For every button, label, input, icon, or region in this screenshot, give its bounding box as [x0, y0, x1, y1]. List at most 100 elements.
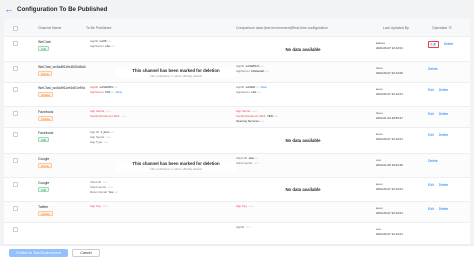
updated-time: 2024-06-07 22:12:01: [376, 211, 403, 215]
comparison-field: AppID ••••••: [236, 225, 251, 230]
masked-value: ••••••: [272, 114, 278, 119]
gear-icon[interactable]: ⚙: [448, 25, 452, 30]
channel-name: Facebook: [38, 131, 54, 135]
delete-button[interactable]: Delete: [439, 207, 449, 211]
published-field-label: Social Domain for Web: [90, 114, 120, 119]
channel-name: Google: [38, 157, 50, 161]
edit-button[interactable]: Edit: [428, 207, 434, 211]
row-actions: Edit Delete: [428, 112, 453, 116]
published-fields: App ID 1_Item•••••• App Secret •••••• App …: [90, 130, 114, 146]
delete-button[interactable]: Delete: [439, 88, 449, 92]
published-field-label: Client ID: [90, 180, 102, 184]
published-field: Social Domain for Web ••••••: [90, 114, 126, 119]
comparison-fields: AppID wx5a9f•••••• View AppSecret e3d••••…: [236, 85, 267, 95]
delete-button[interactable]: Delete: [444, 42, 454, 46]
masked-value: ••••••: [102, 180, 108, 184]
col-operation-label: Operation: [432, 26, 448, 30]
updated-time: 2024-01-24 18:50:27: [376, 116, 403, 120]
last-updated-by: a••••• 2024-06-07 22:12:01: [376, 132, 403, 142]
row-actions: Edit Delete: [428, 183, 453, 187]
comparison-fields: App Key ••••••: [236, 204, 254, 209]
deletion-notice: This channel has been marked for deletio…: [116, 67, 236, 78]
table-row: AppID •••••• ••••• 2024-06-07 22:12:01: [4, 223, 470, 245]
deletion-notice-subtitle: After publication, it will be officially…: [149, 167, 203, 171]
view-link[interactable]: View: [115, 90, 122, 94]
comparison-field: AppSecret e3d••••••: [236, 90, 267, 95]
comparison-fields: App Secret •••••• Social Domain for Web T…: [236, 109, 278, 125]
select-all-checkbox[interactable]: [13, 25, 18, 31]
cancel-button[interactable]: Cancel: [72, 248, 100, 257]
masked-value: •••••: [377, 87, 383, 91]
last-updated-by: d••••• 2024-01-24 18:50:27: [376, 111, 403, 121]
channel-name: Google: [38, 181, 50, 185]
status-badge: Update: [38, 92, 54, 97]
masked-value: ••••••: [106, 39, 112, 43]
row-checkbox[interactable]: [13, 87, 18, 92]
masked-value: ••••••: [113, 190, 118, 195]
col-comparison: Comparison data (test environment)Real-t…: [236, 26, 328, 30]
comparison-field-label: App Secret: [236, 109, 251, 113]
published-field-label: App ID: [90, 130, 99, 134]
deletion-notice-subtitle: After publication, it will be officially…: [149, 73, 203, 78]
comparison-field-label: AppID: [236, 225, 245, 229]
table-row: WeChat_wx5a8f11fe4830d8d4 Delete This chan…: [4, 62, 470, 83]
deletion-notice: This channel has been marked for deletio…: [116, 161, 236, 171]
comparison-field-label: AppSecret: [236, 90, 250, 95]
masked-value: ••••••: [245, 225, 251, 229]
status-badge: Add: [38, 187, 49, 192]
updated-time: 2024-06-07 22:12:01: [376, 187, 403, 191]
published-field: App Key ••••••: [90, 204, 108, 209]
published-field-label: App Type: [90, 140, 103, 145]
status-badge: Delete: [38, 71, 53, 76]
edit-button[interactable]: Edit: [428, 88, 434, 92]
col-operation: Operation⚙: [432, 19, 452, 37]
row-checkbox[interactable]: [13, 227, 18, 232]
view-link[interactable]: View: [260, 85, 267, 89]
row-actions: Edit Delete: [428, 40, 458, 48]
masked-value: ••••••: [253, 161, 259, 166]
last-updated-by: ••••• 2024-06-07 22:12:01: [376, 227, 403, 237]
edit-button[interactable]: Edit: [428, 133, 434, 137]
masked-value: ••••••: [253, 156, 259, 160]
comparison-fields: Client ID ada•••••• Client secret ••••••: [236, 156, 259, 166]
masked-value: ••••••: [263, 69, 269, 74]
row-checkbox[interactable]: [13, 182, 18, 187]
published-fields: Client ID •••••• Client secret •••••• Retu…: [90, 180, 118, 196]
table-row: WeChat Add AppID wx65•••••• AppSecret e0e••…: [4, 37, 470, 62]
deletion-notice-title: This channel has been marked for deletio…: [132, 161, 220, 166]
row-actions: Edit Delete: [428, 88, 453, 92]
row-checkbox[interactable]: [13, 158, 18, 163]
edit-button[interactable]: Edit: [428, 112, 434, 116]
arrow-left-icon[interactable]: ←: [4, 4, 14, 14]
published-fields: App Secret •••••• Social Domain for Web •…: [90, 109, 126, 119]
publish-to-test-button[interactable]: Publish to Test Environment: [9, 248, 68, 257]
masked-value: ••••••: [102, 204, 108, 208]
delete-button[interactable]: Delete: [439, 112, 449, 116]
published-field-label: AppID: [90, 39, 99, 43]
col-to-be-published: To Be Published: [86, 26, 112, 30]
masked-value: ••••••: [258, 64, 264, 68]
delete-button[interactable]: Delete: [428, 67, 438, 71]
masked-value: ••••••: [103, 140, 109, 145]
row-checkbox[interactable]: [13, 206, 18, 211]
comparison-field-value: wx5a9f: [245, 85, 255, 89]
status-badge: Add: [38, 137, 49, 142]
edit-button[interactable]: Edit: [428, 40, 439, 48]
updated-time: 2024-06-07 22:12:01: [376, 46, 403, 50]
last-updated-by: 4••••• 2024-06-07 22:12:06: [376, 66, 403, 76]
published-field-label: Return Email: [90, 190, 107, 195]
channel-name: WeChat: [38, 40, 51, 44]
delete-button[interactable]: Delete: [439, 183, 449, 187]
edit-button[interactable]: Edit: [428, 183, 434, 187]
comparison-field: App Key ••••••: [236, 204, 254, 209]
comparison-field-value: b0d4a4a0: [251, 69, 264, 74]
row-checkbox[interactable]: [13, 41, 18, 46]
delete-button[interactable]: Delete: [439, 133, 449, 137]
channel-name: Twitter: [38, 205, 49, 209]
updated-time: 2024-06-07 22:12:01: [376, 92, 403, 96]
row-checkbox[interactable]: [13, 111, 18, 116]
row-checkbox[interactable]: [13, 66, 18, 71]
row-checkbox[interactable]: [13, 132, 18, 137]
masked-value: ••••••: [121, 114, 126, 119]
delete-button[interactable]: Delete: [428, 159, 438, 163]
